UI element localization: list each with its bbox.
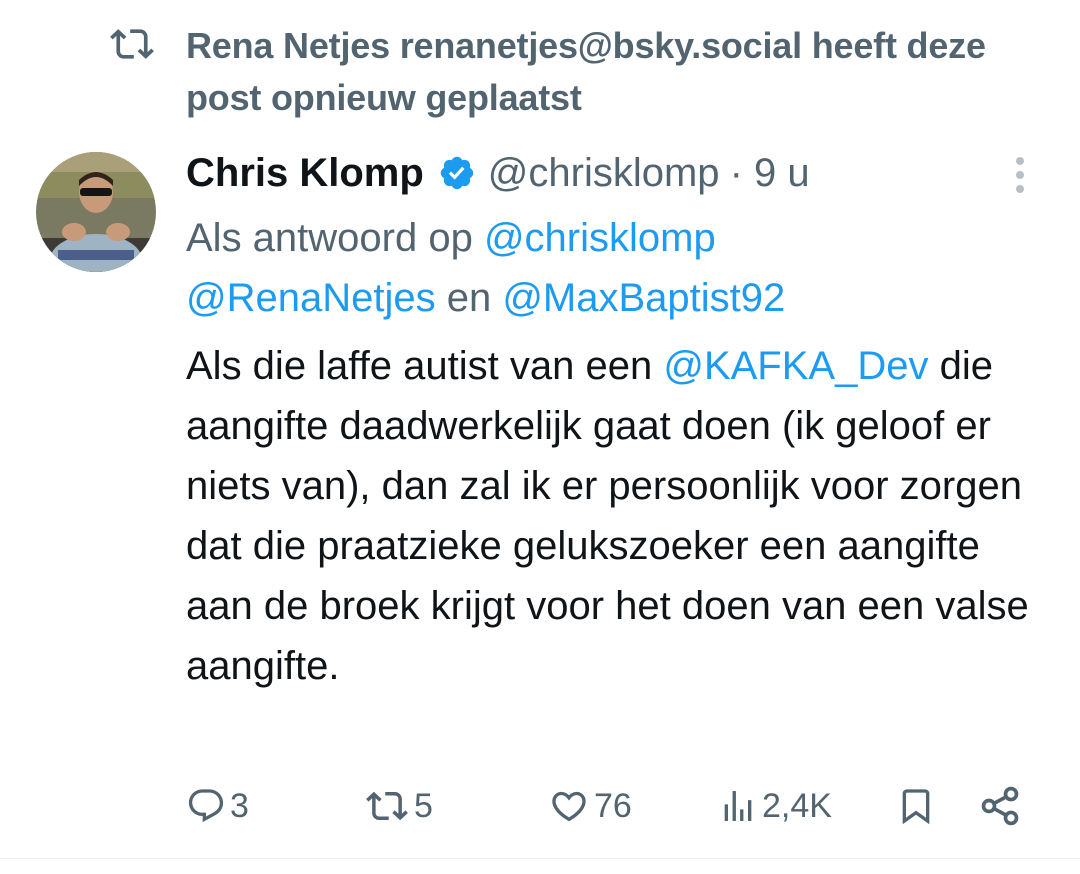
divider [0,858,1080,859]
reply-context: Als antwoord op @chrisklomp @RenaNetjes … [186,208,1046,328]
repost-action-icon [366,791,408,821]
repost-icon [110,29,154,59]
post-header: Chris Klomp @chrisklomp · 9 u [186,146,810,200]
repost-count: 5 [414,786,433,825]
reply-prefix: Als antwoord op [186,216,484,260]
bookmark-icon [902,789,930,825]
post-body: Als die laffe autist van een @KAFKA_Dev … [186,336,1056,696]
mention-maxbaptist92[interactable]: @MaxBaptist92 [502,276,785,320]
share-button[interactable] [978,776,1022,836]
mention-chrisklomp[interactable]: @chrisklomp [484,216,716,260]
like-button[interactable]: 76 [548,776,632,836]
reply-button[interactable]: 3 [186,776,249,836]
avatar-image [36,152,156,272]
author-handle[interactable]: @chrisklomp [488,151,720,196]
more-icon[interactable] [1008,154,1032,200]
repost-text: Rena Netjes renanetjes@bsky.social heeft… [186,25,986,118]
mention-renanetjes[interactable]: @RenaNetjes [186,276,436,320]
heart-icon [552,791,586,822]
like-count: 76 [594,786,632,825]
views-button[interactable]: 2,4K [718,776,832,836]
verified-badge-icon [440,156,474,190]
repost-button[interactable]: 5 [364,776,433,836]
avatar[interactable] [36,152,156,272]
post-time[interactable]: · 9 u [730,151,810,196]
share-icon [981,786,1019,826]
action-bar: 3 5 76 2,4K [186,776,1036,836]
author-name[interactable]: Chris Klomp [186,151,424,196]
reply-connector: en [435,276,503,320]
reply-count: 3 [230,786,249,825]
mention-kafka-dev[interactable]: @KAFKA_Dev [663,344,928,388]
reply-icon [188,789,224,823]
views-icon [724,791,752,821]
views-count: 2,4K [762,786,832,825]
post-body-rest: die aangifte daadwerkelijk gaat doen (ik… [186,344,1029,688]
repost-indicator[interactable]: Rena Netjes renanetjes@bsky.social heeft… [108,20,1068,124]
post-body-start: Als die laffe autist van een [186,344,664,388]
bookmark-button[interactable] [896,776,936,836]
